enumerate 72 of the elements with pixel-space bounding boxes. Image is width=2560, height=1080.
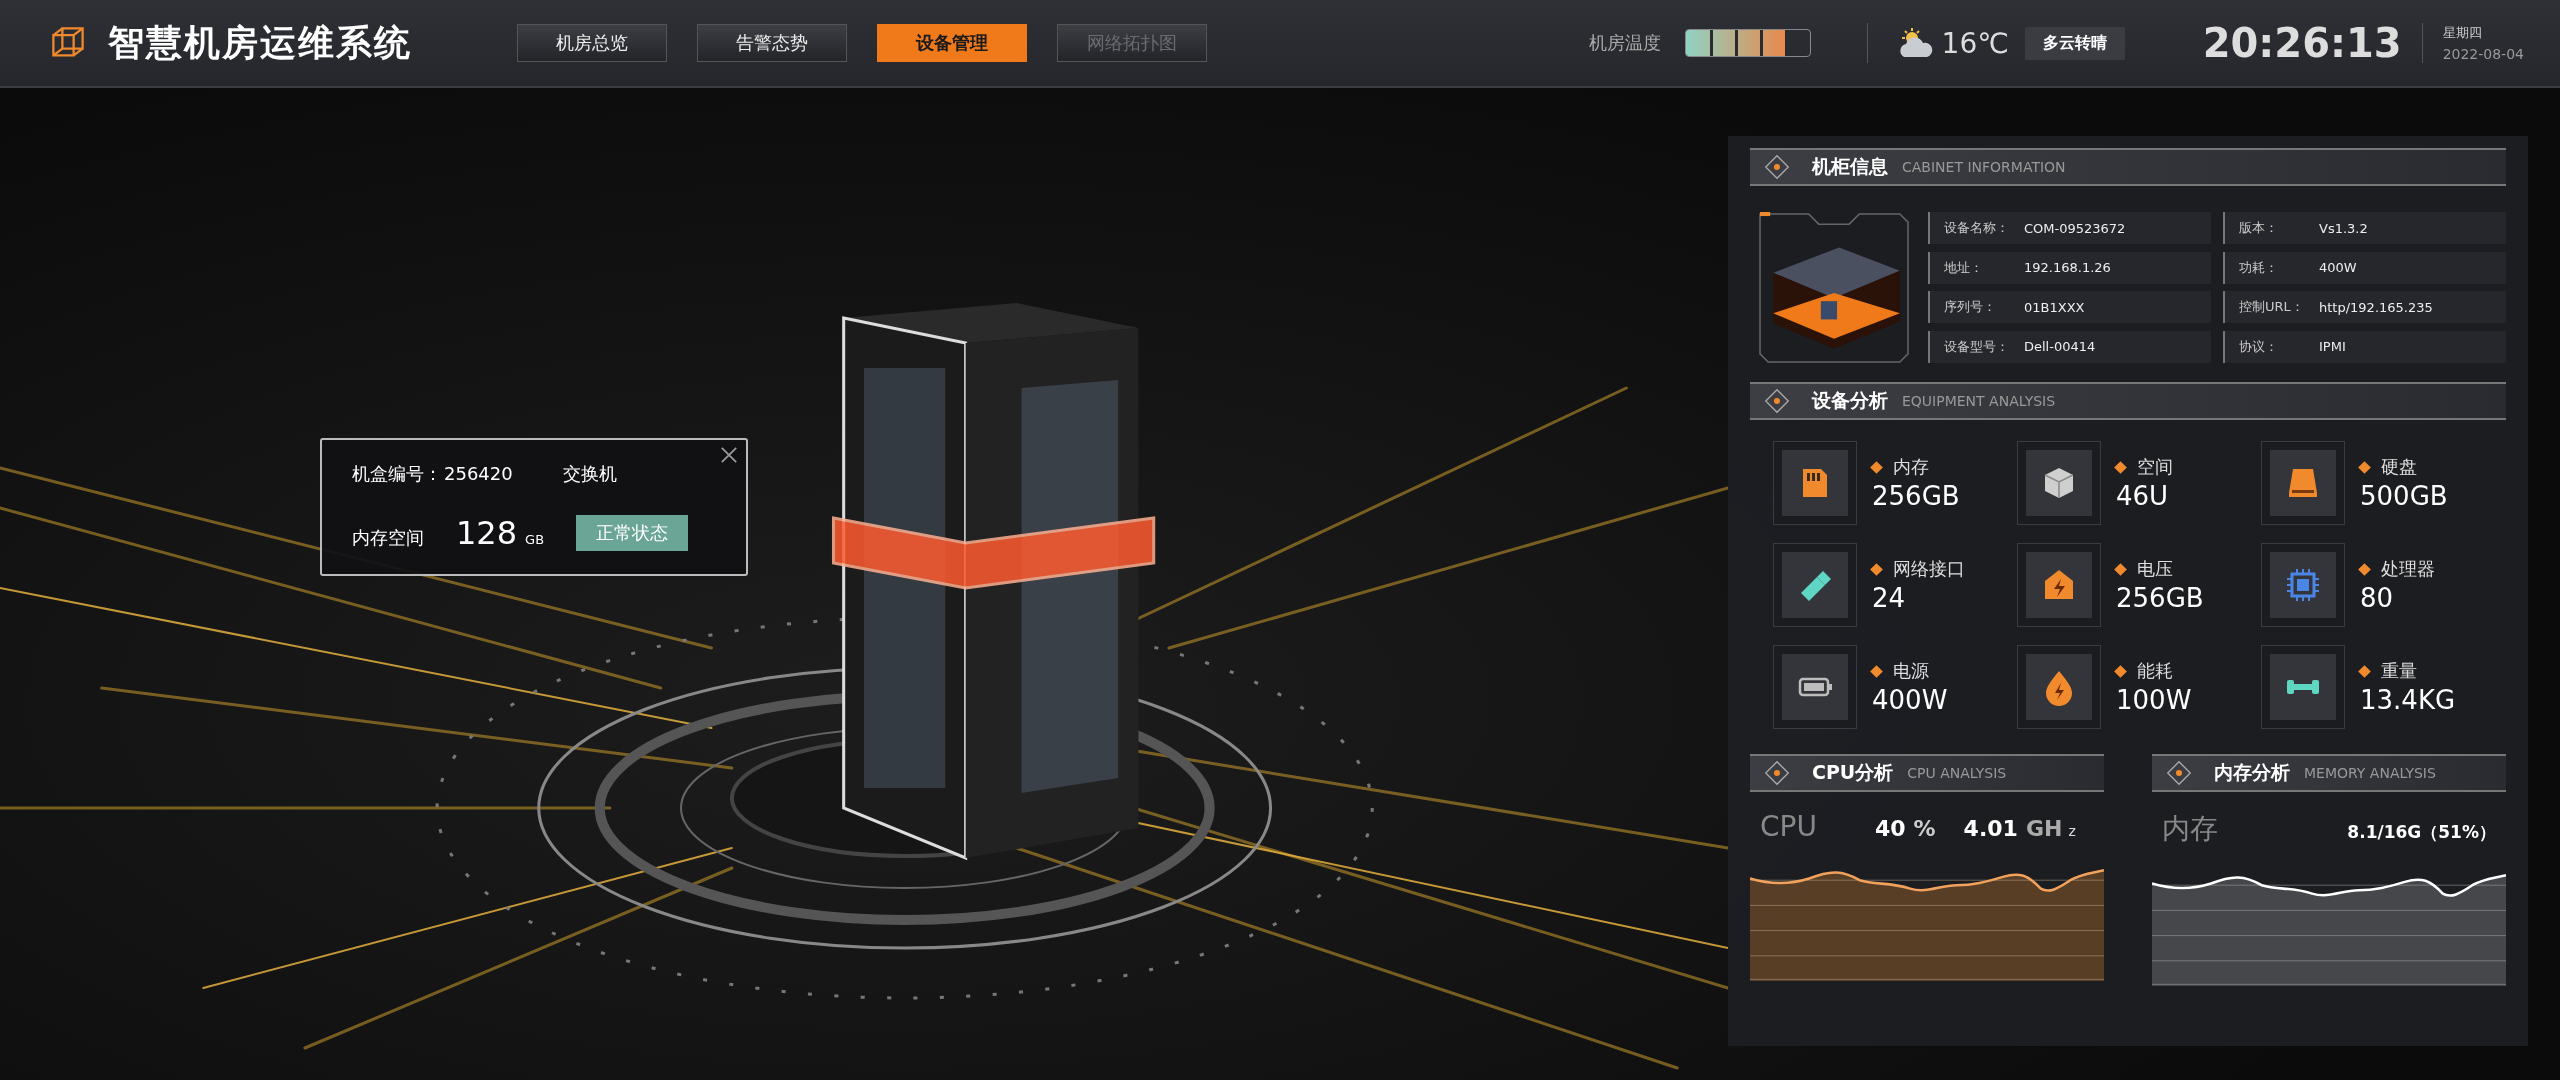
memory-unit: GB: [525, 532, 545, 547]
metric-label: 能耗: [2137, 659, 2173, 683]
field-label: 设备名称：: [1944, 219, 2010, 237]
memory-reading: 8.1/16G（51%）: [2347, 821, 2496, 844]
metric-label: 空间: [2137, 455, 2173, 479]
target-icon: [1764, 388, 1790, 414]
field-value: 01B1XXX: [2024, 299, 2085, 315]
temperature-label: 机房温度: [1588, 31, 1661, 55]
field-label: 功耗：: [2239, 258, 2279, 277]
field-label: 地址：: [1944, 258, 1984, 277]
box-number-label: 机盒编号：: [352, 462, 442, 486]
cpu-label: CPU: [1760, 810, 1817, 843]
field-value: 192.168.1.26: [2024, 260, 2111, 275]
section-title: 设备分析: [1812, 388, 1888, 413]
section-subtitle: MEMORY ANALYSIS: [2304, 765, 2436, 781]
clock-time: 20:26:13: [2202, 20, 2402, 66]
weather-condition: 多云转晴: [2024, 26, 2125, 60]
section-title: 内存分析: [2214, 760, 2290, 785]
cpu-percent: 40: [1874, 816, 1906, 841]
memory-label: 内存: [2162, 811, 2218, 847]
metric-label: 处理器: [2381, 557, 2435, 581]
metric-label: 内存: [1893, 455, 1929, 479]
metric-value: 13.4KG: [2360, 685, 2456, 715]
metric-value: 256GB: [1872, 481, 1960, 511]
field-value: http/192.165.235: [2319, 299, 2433, 315]
metric-value: 46U: [2116, 481, 2170, 511]
field-value: IPMI: [2319, 339, 2346, 354]
frequency-unit-suffix: z: [2068, 823, 2076, 839]
field-label: 版本：: [2239, 219, 2279, 237]
field-label: 控制URL：: [2239, 298, 2305, 316]
metric-label: 电压: [2137, 557, 2173, 581]
field-label: 协议：: [2239, 337, 2279, 356]
metric-value: 500GB: [2360, 481, 2448, 511]
metric-label: 网络接口: [1893, 557, 1965, 581]
field-value: COM-09523672: [2024, 220, 2126, 236]
field-value: Dell-00414: [2024, 339, 2096, 354]
metric-value: 80: [2360, 583, 2395, 613]
section-subtitle: CABINET INFORMATION: [1902, 159, 2066, 175]
nav-tab[interactable]: 设备管理: [877, 24, 1027, 62]
section-subtitle: CPU ANALYSIS: [1907, 765, 2007, 781]
status-badge: 正常状态: [576, 515, 689, 551]
percent-unit: %: [1913, 816, 1936, 841]
weekday: 星期四: [2442, 24, 2483, 42]
cpu-frequency: 4.01: [1963, 816, 2018, 841]
app-title: 智慧机房运维系统: [108, 20, 412, 65]
section-title: 机柜信息: [1812, 154, 1888, 179]
temperature-value: 16℃: [1941, 26, 2009, 60]
field-label: 设备型号：: [1944, 337, 2010, 356]
nav-tab[interactable]: 机房总览: [517, 24, 667, 62]
memory-label: 内存空间: [352, 526, 424, 550]
metric-label: 重量: [2381, 659, 2417, 683]
memory-value: 128: [456, 514, 518, 552]
device-type: 交换机: [562, 462, 617, 486]
field-value: 400W: [2319, 260, 2357, 275]
box-number: 256420: [444, 463, 513, 484]
section-title: CPU分析: [1812, 760, 1894, 785]
target-icon: [2166, 760, 2192, 786]
metric-label: 电源: [1893, 659, 1929, 683]
target-icon: [1764, 154, 1790, 180]
nav-tab[interactable]: 告警态势: [697, 24, 847, 62]
close-icon[interactable]: [720, 446, 738, 464]
frequency-unit: GH: [2025, 816, 2063, 841]
field-value: Vs1.3.2: [2319, 220, 2368, 236]
date: 2022-08-04: [2442, 46, 2524, 62]
field-label: 序列号：: [1944, 298, 1997, 316]
metric-value: 24: [1872, 583, 1907, 613]
target-icon: [1764, 760, 1790, 786]
metric-value: 100W: [2116, 685, 2192, 715]
metric-value: 400W: [1872, 685, 1948, 715]
metric-label: 硬盘: [2381, 455, 2417, 479]
metric-value: 256GB: [2116, 583, 2204, 613]
section-subtitle: EQUIPMENT ANALYSIS: [1902, 393, 2056, 409]
